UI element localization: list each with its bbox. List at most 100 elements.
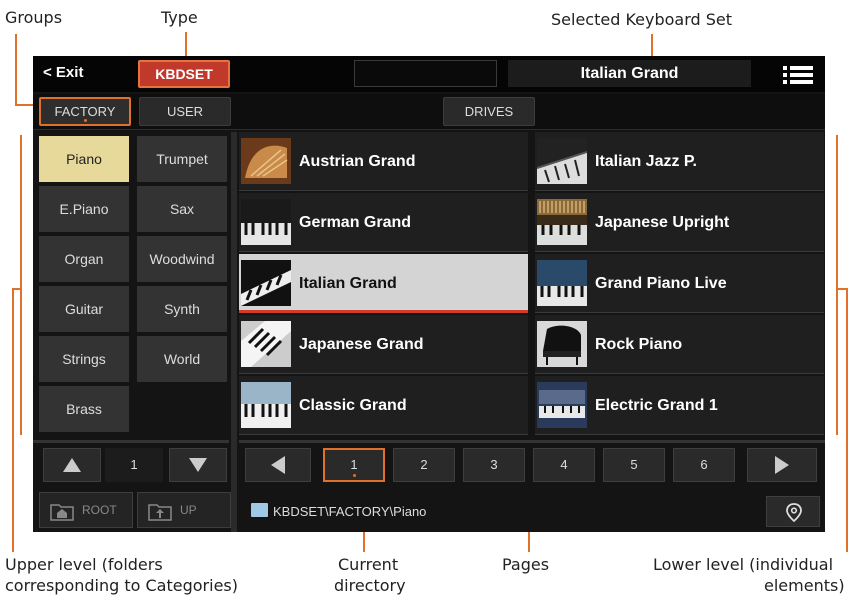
keyboard-set-library-screen: < Exit KBDSET Italian Grand FACTORY USER… — [33, 56, 825, 532]
category-trumpet[interactable]: Trumpet — [137, 136, 227, 182]
up-label: UP — [180, 503, 197, 517]
callout-upper-level-2: corresponding to Categories) — [5, 576, 238, 595]
element-row-selected[interactable]: Italian Grand — [239, 254, 528, 313]
triangle-up-icon — [63, 458, 81, 472]
group-drives-button[interactable]: DRIVES — [443, 97, 535, 126]
callout-pages: Pages — [502, 555, 550, 574]
page-1-button[interactable]: 1 — [323, 448, 385, 482]
element-label: Rock Piano — [595, 336, 683, 353]
selected-underline — [239, 310, 528, 313]
page-2-button[interactable]: 2 — [393, 448, 455, 482]
folder-icon — [251, 503, 268, 517]
callout-groups: Groups — [5, 8, 63, 27]
element-label: Italian Grand — [299, 275, 397, 292]
category-scroll-down-button[interactable] — [169, 448, 227, 482]
type-button[interactable]: KBDSET — [138, 60, 230, 88]
left-divider — [33, 440, 229, 443]
category-page-number: 1 — [105, 448, 163, 482]
selected-keyboard-set: Italian Grand — [508, 60, 751, 87]
element-row[interactable]: German Grand — [239, 193, 528, 252]
category-synth[interactable]: Synth — [137, 286, 227, 332]
piano-keys-thumbnail-icon — [537, 138, 587, 184]
leader-lower-level — [846, 288, 848, 552]
triangle-down-icon — [189, 458, 207, 472]
element-row[interactable]: Italian Jazz P. — [535, 132, 824, 191]
piano-keys-thumbnail-icon — [241, 260, 291, 306]
up-folder-icon — [148, 504, 172, 521]
element-row[interactable]: Japanese Upright — [535, 193, 824, 252]
current-directory-bar: KBDSET\FACTORY\Piano — [239, 492, 825, 532]
callout-type: Type — [161, 8, 198, 27]
piano-keys-thumbnail-icon — [241, 199, 291, 245]
category-strings[interactable]: Strings — [39, 336, 129, 382]
triangle-right-icon — [775, 456, 789, 474]
page-5-button[interactable]: 5 — [603, 448, 665, 482]
root-label: ROOT — [82, 503, 117, 517]
leader-lower-bracket — [836, 135, 838, 435]
category-brass[interactable]: Brass — [39, 386, 129, 432]
category-world[interactable]: World — [137, 336, 227, 382]
element-list: Austrian Grand Italian Jazz P. German Gr… — [239, 132, 825, 440]
page-4-button[interactable]: 4 — [533, 448, 595, 482]
electric-piano-thumbnail-icon — [537, 382, 587, 428]
category-guitar[interactable]: Guitar — [39, 286, 129, 332]
group-tabs: FACTORY USER DRIVES — [33, 94, 825, 130]
element-label: Grand Piano Live — [595, 275, 727, 292]
piano-keys-thumbnail-icon — [241, 382, 291, 428]
leader-upper-bracket-top — [12, 288, 22, 290]
category-folder-grid: Piano Trumpet E.Piano Sax Organ Woodwind… — [33, 132, 229, 436]
upright-piano-thumbnail-icon — [537, 199, 587, 245]
element-row[interactable]: Austrian Grand — [239, 132, 528, 191]
element-row[interactable]: Japanese Grand — [239, 315, 528, 374]
harp-thumbnail-icon — [241, 138, 291, 184]
panel-divider — [231, 132, 237, 532]
element-label: German Grand — [299, 214, 412, 231]
page-previous-button[interactable] — [245, 448, 311, 482]
callout-upper-level-1: Upper level (folders — [5, 555, 163, 574]
up-button[interactable]: UP — [137, 492, 231, 528]
triangle-left-icon — [271, 456, 285, 474]
hamburger-icon[interactable] — [783, 65, 813, 85]
root-button[interactable]: ROOT — [39, 492, 133, 528]
selected-dot — [84, 119, 87, 122]
page-6-button[interactable]: 6 — [673, 448, 735, 482]
category-scroll-up-button[interactable] — [43, 448, 101, 482]
group-factory-label: FACTORY — [54, 104, 116, 119]
element-row[interactable]: Electric Grand 1 — [535, 376, 824, 435]
callout-current-dir-1: Current — [338, 555, 399, 574]
callout-current-dir-2: directory — [334, 576, 406, 595]
exit-button[interactable]: < Exit — [43, 64, 83, 81]
page-next-button[interactable] — [747, 448, 817, 482]
group-factory-button[interactable]: FACTORY — [39, 97, 131, 126]
element-label: Classic Grand — [299, 397, 407, 414]
group-user-button[interactable]: USER — [139, 97, 231, 126]
callout-lower-level-2: elements) — [764, 576, 845, 595]
element-row[interactable]: Classic Grand — [239, 376, 528, 435]
right-divider — [239, 440, 825, 443]
page-label: 1 — [350, 457, 358, 472]
piano-keys-thumbnail-icon — [241, 321, 291, 367]
page-3-button[interactable]: 3 — [463, 448, 525, 482]
empty-field — [354, 60, 497, 87]
current-directory: KBDSET\FACTORY\Piano — [273, 504, 427, 519]
selected-dot — [353, 474, 356, 477]
location-button[interactable] — [766, 496, 820, 527]
element-label: Japanese Grand — [299, 336, 424, 353]
leader-upper-bracket — [20, 135, 22, 435]
category-piano[interactable]: Piano — [39, 136, 129, 182]
category-woodwind[interactable]: Woodwind — [137, 236, 227, 282]
home-folder-icon — [50, 504, 74, 521]
callout-selected-set: Selected Keyboard Set — [551, 10, 733, 29]
element-label: Italian Jazz P. — [595, 153, 697, 170]
grand-piano-thumbnail-icon — [537, 321, 587, 367]
element-label: Electric Grand 1 — [595, 397, 718, 414]
element-row[interactable]: Rock Piano — [535, 315, 824, 374]
element-label: Japanese Upright — [595, 214, 730, 231]
category-organ[interactable]: Organ — [39, 236, 129, 282]
element-row[interactable]: Grand Piano Live — [535, 254, 824, 313]
category-sax[interactable]: Sax — [137, 186, 227, 232]
leader-groups — [15, 34, 17, 106]
leader-lower-bracket-mid — [836, 288, 848, 290]
location-pin-icon — [786, 503, 802, 522]
category-epiano[interactable]: E.Piano — [39, 186, 129, 232]
